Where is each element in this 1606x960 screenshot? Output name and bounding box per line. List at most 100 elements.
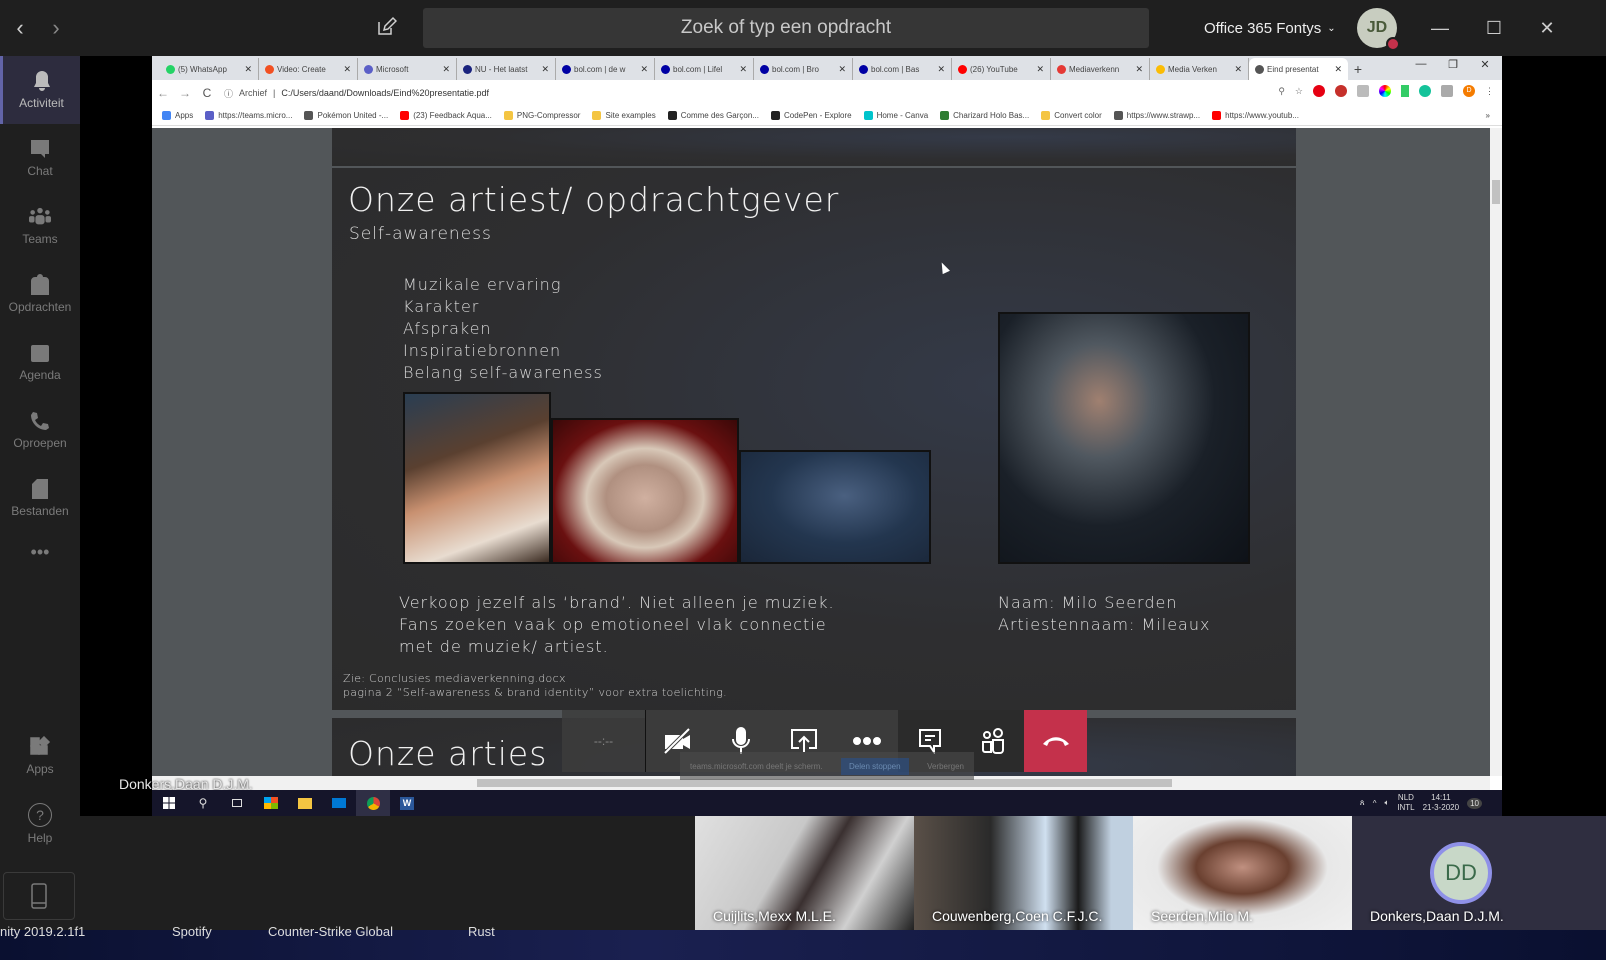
bookmark-item[interactable]: Pokémon United -... <box>304 111 388 120</box>
browser-tab[interactable]: Microsoft ✕ <box>358 58 457 80</box>
participant-tile[interactable]: Seerden,Milo M. <box>1133 816 1352 930</box>
rail-item-oproepen[interactable]: Oproepen <box>0 396 80 464</box>
search-command-box[interactable]: Zoek of typ een opdracht <box>423 8 1149 48</box>
tab-close-icon[interactable]: ✕ <box>937 64 945 75</box>
bookmark-item[interactable]: Comme des Garçon... <box>667 111 759 120</box>
browser-close-button[interactable]: ✕ <box>1470 58 1500 71</box>
participant-tile[interactable]: DD Donkers,Daan D.J.M. <box>1352 816 1606 930</box>
bookmark-item[interactable]: Apps <box>162 111 193 120</box>
rail-item-opdrachten[interactable]: Opdrachten <box>0 260 80 328</box>
stop-sharing-button[interactable]: Delen stoppen <box>840 757 909 775</box>
bookmark-item[interactable]: https://teams.micro... <box>205 111 292 120</box>
taskbar-file-explorer[interactable] <box>288 790 322 816</box>
grammarly-extension-icon[interactable] <box>1419 85 1431 97</box>
start-button[interactable] <box>152 790 186 816</box>
hang-up-button[interactable] <box>1024 710 1087 772</box>
tab-close-icon[interactable]: ✕ <box>442 64 450 75</box>
desktop-shortcut[interactable]: Rust <box>468 924 495 939</box>
bookmark-item[interactable]: https://www.youtub... <box>1212 111 1299 120</box>
omnibox[interactable]: ⓘ Archief | C:/Users/daand/Downloads/Ein… <box>224 87 489 100</box>
rail-item-help[interactable]: ? Help <box>0 790 80 858</box>
browser-tab[interactable]: Eind presentat ✕ <box>1249 58 1348 80</box>
new-tab-button[interactable]: + <box>1348 58 1368 80</box>
scrollbar-thumb[interactable] <box>477 779 1172 787</box>
tab-close-icon[interactable]: ✕ <box>1135 64 1143 75</box>
browser-tab[interactable]: Mediaverkenn ✕ <box>1051 58 1150 80</box>
bookmark-item[interactable]: Home - Canva <box>863 111 928 120</box>
browser-forward-button[interactable]: → <box>174 86 196 100</box>
rail-item-bestanden[interactable]: Bestanden <box>0 464 80 532</box>
close-button[interactable]: ✕ <box>1529 14 1565 42</box>
reload-button[interactable]: C <box>196 86 218 100</box>
pdf-viewer[interactable]: Onze artiest/ opdrachtgever Self-awarene… <box>152 128 1490 776</box>
bookmark-item[interactable]: Charizard Holo Bas... <box>940 111 1029 120</box>
task-view-button[interactable] <box>220 790 254 816</box>
bookmark-item[interactable]: Site examples <box>592 111 656 120</box>
forward-button[interactable]: › <box>44 14 68 42</box>
taskbar-search-button[interactable]: ⚲ <box>186 790 220 816</box>
browser-tab[interactable]: (26) YouTube ✕ <box>952 58 1051 80</box>
browser-tab[interactable]: bol.com | Bro ✕ <box>754 58 853 80</box>
color-picker-extension-icon[interactable] <box>1379 85 1391 97</box>
browser-tab[interactable]: bol.com | Lifel ✕ <box>655 58 754 80</box>
star-icon[interactable]: ☆ <box>1295 86 1303 97</box>
browser-tab[interactable]: Media Verken ✕ <box>1150 58 1249 80</box>
clock[interactable]: 14:11 21-3-2020 <box>1423 793 1459 813</box>
browser-tab[interactable]: bol.com | de w ✕ <box>556 58 655 80</box>
zoom-icon[interactable]: ⚲ <box>1278 86 1285 97</box>
opera-extension-icon[interactable] <box>1313 85 1325 97</box>
vertical-scrollbar[interactable] <box>1490 128 1502 776</box>
more-apps-button[interactable]: ••• <box>0 534 80 570</box>
browser-minimize-button[interactable]: — <box>1406 58 1436 70</box>
rail-item-agenda[interactable]: Agenda <box>0 328 80 396</box>
browser-restore-button[interactable]: ❐ <box>1438 58 1468 71</box>
browser-tab[interactable]: (5) WhatsApp ✕ <box>160 58 259 80</box>
adblock-extension-icon[interactable] <box>1335 85 1347 97</box>
tenant-switcher[interactable]: Office 365 Fontys ⌄ <box>1204 17 1336 39</box>
bookmark-item[interactable]: https://www.strawp... <box>1113 111 1200 120</box>
rail-item-activiteit[interactable]: Activiteit <box>0 56 80 124</box>
show-hidden-icons[interactable]: ^ <box>1373 799 1377 808</box>
rail-item-chat[interactable]: Chat <box>0 124 80 192</box>
participant-tile[interactable]: Cuijlits,Mexx M.L.E. <box>695 816 914 930</box>
pen-extension-icon[interactable] <box>1401 85 1409 97</box>
tab-close-icon[interactable]: ✕ <box>1234 64 1242 75</box>
bookmark-item[interactable]: (23) Feedback Aqua... <box>400 111 492 120</box>
input-language[interactable]: NLD INTL <box>1397 793 1414 813</box>
profile-avatar[interactable]: D <box>1463 85 1475 97</box>
volume-icon[interactable]: 🔈︎ <box>1384 798 1389 808</box>
tab-close-icon[interactable]: ✕ <box>541 64 549 75</box>
desktop-shortcut[interactable]: Spotify <box>172 924 212 939</box>
browser-tab[interactable]: bol.com | Bas ✕ <box>853 58 952 80</box>
people-icon[interactable]: ጰ <box>1360 798 1365 808</box>
action-center-button[interactable]: 10 <box>1467 797 1482 809</box>
tab-close-icon[interactable]: ✕ <box>1334 64 1342 75</box>
tab-close-icon[interactable]: ✕ <box>343 64 351 75</box>
participant-tile[interactable]: Couwenberg,Coen C.F.J.C. <box>914 816 1133 930</box>
bookmark-item[interactable]: CodePen - Explore <box>770 111 852 120</box>
tab-close-icon[interactable]: ✕ <box>838 64 846 75</box>
browser-back-button[interactable]: ← <box>152 86 174 100</box>
media-extension-icon[interactable] <box>1441 85 1453 97</box>
desktop-shortcut[interactable]: Counter-Strike Global <box>268 924 393 939</box>
hide-notice-button[interactable]: Verbergen <box>927 762 964 771</box>
extension-icon[interactable] <box>1357 85 1369 97</box>
tab-close-icon[interactable]: ✕ <box>640 64 648 75</box>
minimize-button[interactable]: — <box>1422 14 1458 42</box>
bookmark-item[interactable]: Convert color <box>1041 111 1102 120</box>
browser-tab[interactable]: Video: Create ✕ <box>259 58 358 80</box>
tab-close-icon[interactable]: ✕ <box>739 64 747 75</box>
taskbar-mail[interactable] <box>322 790 356 816</box>
maximize-button[interactable]: ☐ <box>1476 14 1512 42</box>
taskbar-word[interactable]: W <box>390 790 424 816</box>
user-avatar[interactable]: JD <box>1357 8 1400 51</box>
back-button[interactable]: ‹ <box>8 14 32 42</box>
tab-close-icon[interactable]: ✕ <box>244 64 252 75</box>
tab-close-icon[interactable]: ✕ <box>1036 64 1044 75</box>
mobile-app-button[interactable] <box>3 872 75 920</box>
browser-tab[interactable]: NU - Het laatst ✕ <box>457 58 556 80</box>
bookmark-item[interactable]: PNG-Compressor <box>503 111 580 120</box>
browser-menu-icon[interactable]: ⋮ <box>1485 86 1494 97</box>
taskbar-chrome[interactable] <box>356 790 390 816</box>
rail-item-teams[interactable]: Teams <box>0 192 80 260</box>
